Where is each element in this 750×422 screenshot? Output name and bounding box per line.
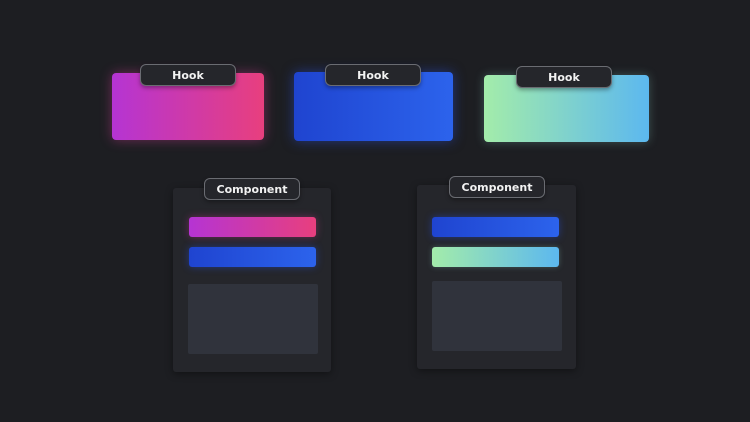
component-content-box <box>188 284 318 354</box>
hook-label: Hook <box>516 66 612 88</box>
component-bar-blue <box>432 217 559 237</box>
component-bar-green <box>432 247 559 267</box>
hook-label: Hook <box>325 64 421 86</box>
component-bar-blue <box>189 247 316 267</box>
component-label: Component <box>449 176 545 198</box>
diagram-canvas: Hook Hook Hook Component Component <box>0 0 750 422</box>
component-label: Component <box>204 178 300 200</box>
component-content-box <box>432 281 562 351</box>
component-bar-pink <box>189 217 316 237</box>
hook-label: Hook <box>140 64 236 86</box>
